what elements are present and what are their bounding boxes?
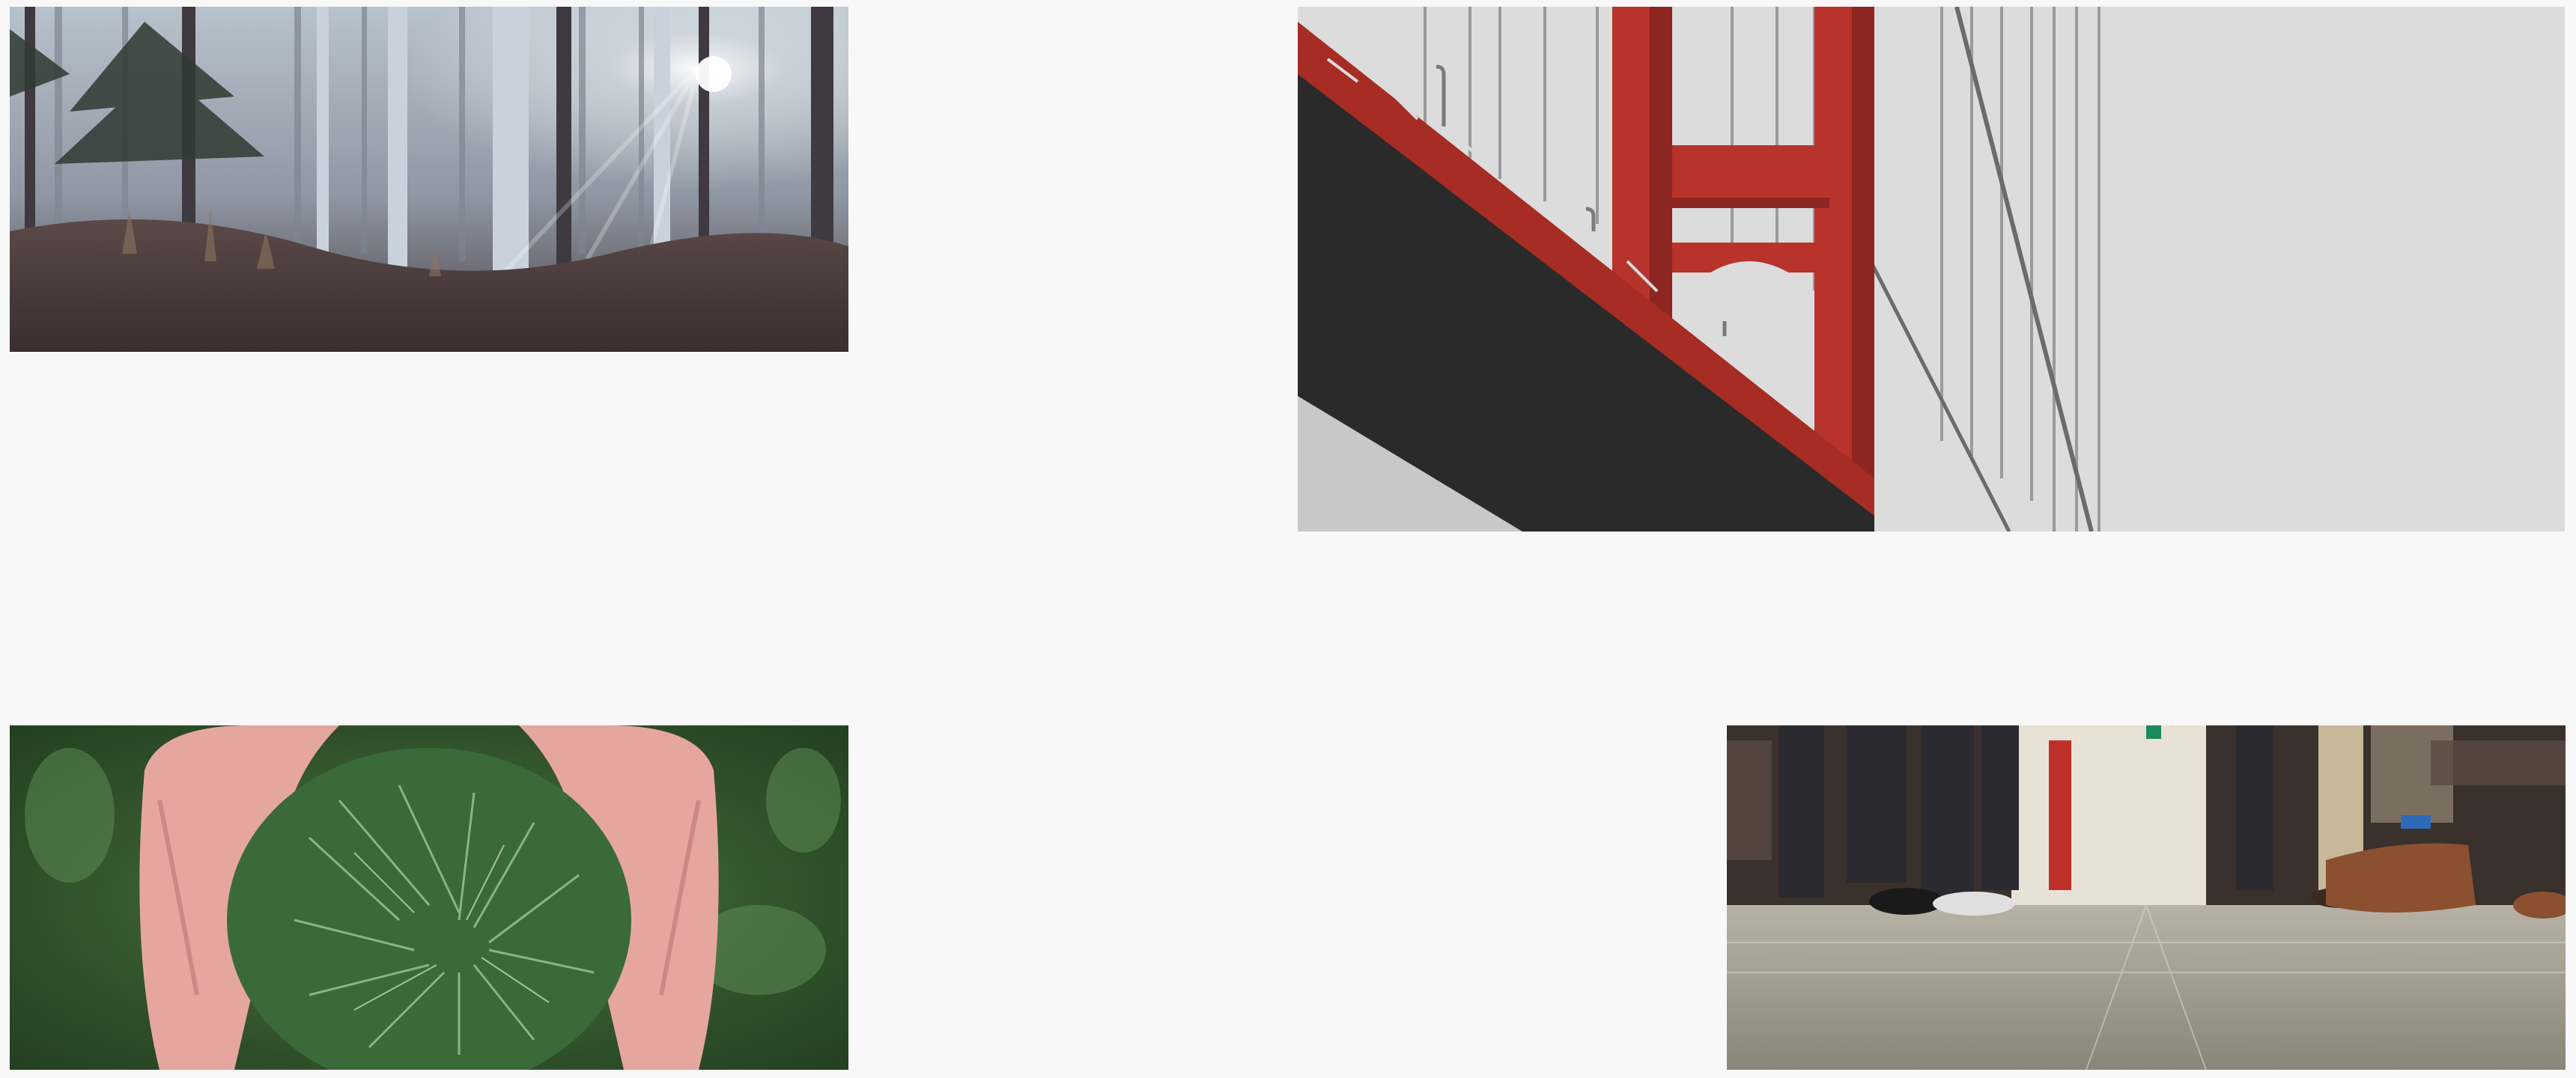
gallery-image-subway[interactable] [1727, 725, 2566, 1070]
image-gallery [0, 0, 2576, 1078]
gallery-image-forest[interactable] [10, 7, 848, 352]
gallery-image-bridge[interactable] [1298, 7, 2565, 532]
bridge-photo [1298, 7, 2565, 532]
subway-photo [1727, 725, 2566, 1070]
gallery-image-pine-hands[interactable] [10, 725, 848, 1070]
forest-photo [10, 7, 848, 352]
pine-hands-photo [10, 725, 848, 1070]
